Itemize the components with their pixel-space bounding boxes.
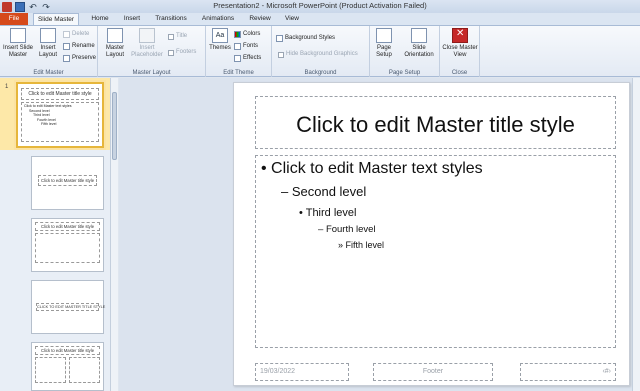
slide-number: 1: [5, 84, 9, 90]
group-edit-theme: Aa Themes Colors Fonts Effects Edit Them…: [206, 26, 272, 77]
group-caption: Edit Master: [33, 70, 64, 76]
group-page-setup: Page Setup Slide Orientation Page Setup: [370, 26, 440, 77]
ribbon-tabs: File Slide Master Home Insert Transition…: [0, 13, 640, 25]
thumbnail-scrollbar[interactable]: [110, 78, 118, 391]
text-level-4: – Fourth level: [318, 224, 376, 235]
group-caption: Master Layout: [132, 70, 171, 76]
footer-text: Footer: [422, 368, 444, 375]
window-title: Presentation2 - Microsoft PowerPoint (Pr…: [213, 1, 427, 10]
fonts-icon: [234, 43, 241, 50]
slide-scrollbar[interactable]: [632, 78, 640, 391]
effects-icon: [234, 55, 241, 62]
thumbnail-pane: 1 Click to edit Master title style Click…: [0, 78, 118, 391]
insert-layout-button[interactable]: Insert Layout: [36, 28, 60, 59]
title-placeholder-text: Click to edit Master title style: [296, 112, 575, 137]
master-layout-button[interactable]: Master Layout: [102, 28, 128, 59]
title-bar: ↶ ↷ Presentation2 - Microsoft PowerPoint…: [0, 0, 640, 13]
themes-button[interactable]: Aa Themes: [209, 28, 231, 52]
insert-placeholder-icon: [139, 28, 155, 43]
group-caption: Page Setup: [388, 70, 421, 76]
title-checkbox[interactable]: Title: [168, 32, 187, 41]
checkbox-icon: [168, 33, 174, 40]
footer-placeholder[interactable]: Footer: [373, 363, 493, 381]
ribbon: Insert Slide Master Insert Layout Delete…: [0, 25, 640, 77]
thumbnail-layout-section[interactable]: CLICK TO EDIT MASTER TITLE STYLE: [31, 280, 105, 334]
themes-icon: Aa: [212, 28, 228, 43]
body-placeholder[interactable]: • Click to edit Master text styles – Sec…: [255, 155, 616, 348]
group-caption: Background: [304, 70, 337, 76]
preserve-icon: [63, 55, 70, 62]
group-caption: Edit Theme: [223, 70, 254, 76]
group-edit-master: Insert Slide Master Insert Layout Delete…: [0, 26, 98, 77]
effects-button[interactable]: Effects: [234, 54, 261, 63]
tab-insert[interactable]: Insert: [120, 13, 144, 25]
group-background: Background Styles Hide Background Graphi…: [272, 26, 370, 77]
thumbnail-column-left: [35, 357, 66, 383]
background-styles-icon: [276, 35, 283, 42]
group-caption: Close: [451, 70, 468, 76]
tab-view[interactable]: View: [281, 13, 303, 25]
insert-slide-master-button[interactable]: Insert Slide Master: [2, 28, 34, 59]
preserve-button[interactable]: Preserve: [63, 54, 96, 63]
delete-icon: [63, 31, 70, 38]
text-level-3: • Third level: [299, 207, 357, 219]
slide-number-placeholder[interactable]: ‹#›: [520, 363, 616, 381]
insert-placeholder-button[interactable]: Insert Placeholder: [130, 28, 164, 59]
rename-icon: [63, 43, 70, 50]
scrollbar-thumb[interactable]: [112, 92, 117, 160]
close-master-view-button[interactable]: Close Master View: [442, 28, 478, 59]
page-setup-icon: [376, 28, 392, 43]
text-level-1: • Click to edit Master text styles: [261, 160, 483, 177]
tab-file[interactable]: File: [0, 13, 28, 25]
thumbnail-body: [35, 233, 100, 263]
master-layout-icon: [107, 28, 123, 43]
thumbnail-columns: [35, 357, 100, 383]
rename-button[interactable]: Rename: [63, 42, 95, 51]
tab-transitions[interactable]: Transitions: [151, 13, 191, 25]
hide-background-graphics-checkbox[interactable]: Hide Background Graphics: [278, 50, 358, 59]
text-level-2: – Second level: [281, 184, 367, 199]
group-master-layout: Master Layout Insert Placeholder Title F…: [98, 26, 206, 77]
slide-number-text: ‹#›: [602, 368, 611, 375]
insert-layout-icon: [40, 28, 56, 43]
close-icon: [452, 28, 468, 43]
tab-animations[interactable]: Animations: [198, 13, 238, 25]
insert-slide-master-icon: [10, 28, 26, 43]
background-styles-button[interactable]: Background Styles: [276, 34, 335, 43]
thumbnail-slide-master[interactable]: Click to edit Master title style Click t…: [16, 82, 104, 148]
thumbnail-layout-two-content[interactable]: Click to edit Master title style: [31, 342, 104, 391]
date-text: 19/03/2022: [260, 368, 296, 375]
thumbnail-layout-title[interactable]: Click to edit Master title style: [31, 156, 104, 210]
slide-orientation-icon: [411, 28, 427, 43]
tab-review[interactable]: Review: [246, 13, 274, 25]
slide-orientation-button[interactable]: Slide Orientation: [400, 28, 438, 59]
delete-button[interactable]: Delete: [63, 30, 89, 39]
footers-checkbox[interactable]: Footers: [168, 48, 196, 57]
page-setup-button[interactable]: Page Setup: [372, 28, 396, 59]
fonts-button[interactable]: Fonts: [234, 42, 258, 51]
checkbox-icon: [168, 49, 174, 56]
slide-canvas[interactable]: Click to edit Master title style • Click…: [233, 82, 630, 386]
thumbnail-column-right: [69, 357, 100, 383]
thumbnail-body: Click to edit Master text styles Second …: [21, 102, 99, 142]
thumbnail-layout-content[interactable]: Click to edit Master title style: [31, 218, 104, 272]
group-close: Close Master View Close: [440, 26, 480, 77]
title-placeholder[interactable]: Click to edit Master title style: [255, 96, 616, 149]
colors-button[interactable]: Colors: [234, 30, 260, 39]
text-level-5: » Fifth level: [338, 240, 385, 250]
checkbox-icon: [278, 51, 284, 58]
date-placeholder[interactable]: 19/03/2022: [255, 363, 349, 381]
tab-home[interactable]: Home: [88, 13, 112, 25]
tab-slide-master[interactable]: Slide Master: [33, 13, 79, 25]
colors-icon: [234, 31, 241, 38]
